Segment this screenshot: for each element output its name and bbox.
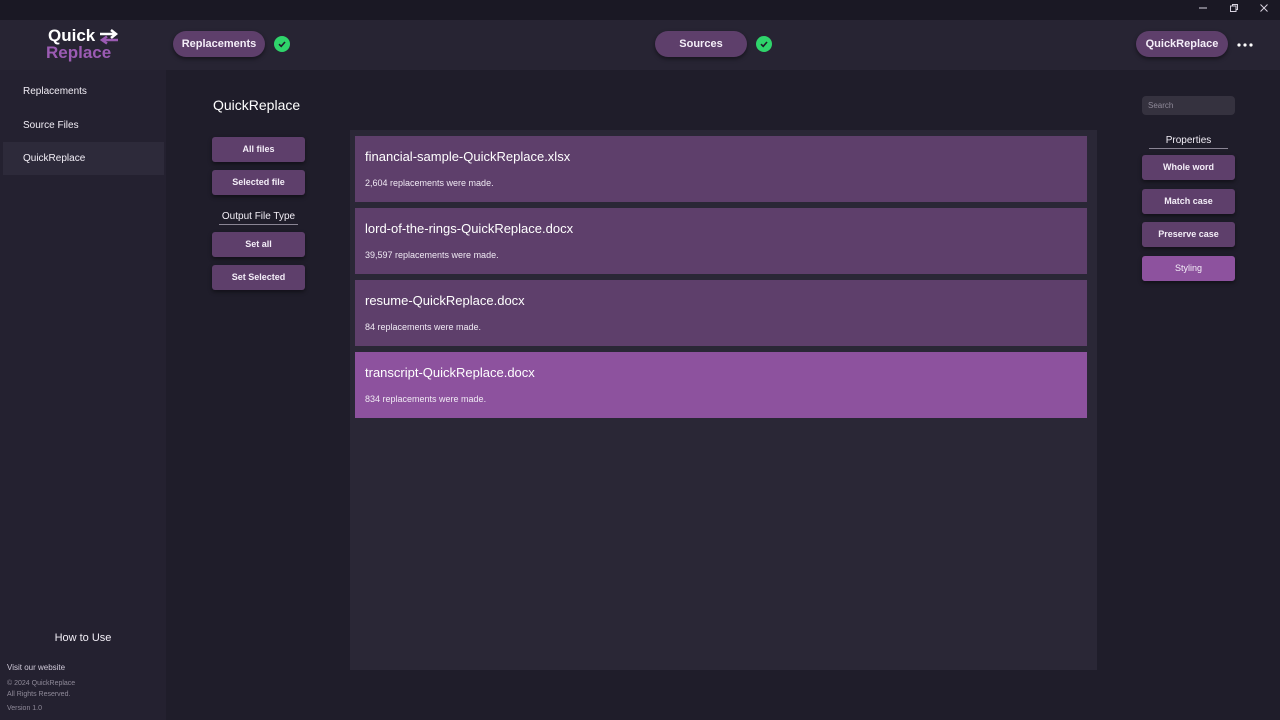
file-card[interactable]: resume-QuickReplace.docx 84 replacements… [355, 280, 1087, 346]
more-horizontal-icon[interactable] [1236, 38, 1254, 50]
sidebar-item-quickreplace[interactable]: QuickReplace [3, 142, 164, 175]
file-replacement-count: 834 replacements were made. [365, 394, 487, 404]
file-replacement-count: 2,604 replacements were made. [365, 178, 494, 188]
sidebar-item-replacements[interactable]: Replacements [3, 75, 164, 108]
match-case-button[interactable]: Match case [1142, 189, 1235, 214]
version-text: Version 1.0 [7, 705, 43, 712]
file-card[interactable]: lord-of-the-rings-QuickReplace.docx 39,5… [355, 208, 1087, 274]
whole-word-button[interactable]: Whole word [1142, 155, 1235, 180]
file-replacement-count: 84 replacements were made. [365, 322, 482, 332]
page-title: QuickReplace [213, 97, 301, 113]
selected-file-button[interactable]: Selected file [212, 170, 305, 195]
check-circle-icon [756, 36, 772, 52]
file-card-selected[interactable]: transcript-QuickReplace.docx 834 replace… [355, 352, 1087, 418]
output-files-list: financial-sample-QuickReplace.xlsx 2,604… [350, 130, 1097, 670]
replacements-status-button[interactable]: Replacements [173, 31, 265, 57]
window-titlebar [0, 0, 1280, 20]
sources-status-button[interactable]: Sources [655, 31, 747, 57]
quickreplace-status-button[interactable]: QuickReplace [1136, 31, 1228, 57]
rights-text: All Rights Reserved. [7, 691, 71, 698]
top-bar: Quick Replace Replacements Sources Quick… [0, 20, 1280, 70]
minimize-icon[interactable] [1188, 2, 1218, 18]
set-selected-button[interactable]: Set Selected [212, 265, 305, 290]
all-files-button[interactable]: All files [212, 137, 305, 162]
close-icon[interactable] [1249, 2, 1279, 18]
sidebar: Replacements Source Files QuickReplace H… [0, 70, 166, 720]
how-to-use-link[interactable]: How to Use [0, 632, 166, 644]
check-circle-icon [274, 36, 290, 52]
file-name: financial-sample-QuickReplace.xlsx [365, 149, 571, 164]
file-replacement-count: 39,597 replacements were made. [365, 250, 499, 260]
output-file-type-label: Output File Type [219, 211, 298, 225]
styling-button[interactable]: Styling [1142, 256, 1235, 281]
preserve-case-button[interactable]: Preserve case [1142, 222, 1235, 247]
search-input[interactable] [1142, 96, 1235, 115]
set-all-button[interactable]: Set all [212, 232, 305, 257]
sidebar-item-source-files[interactable]: Source Files [3, 109, 164, 142]
file-name: resume-QuickReplace.docx [365, 293, 525, 308]
restore-icon[interactable] [1219, 2, 1249, 18]
file-name: transcript-QuickReplace.docx [365, 365, 535, 380]
logo-line2: Replace [46, 43, 112, 62]
copyright-text: © 2024 QuickReplace [7, 680, 76, 687]
visit-website-link[interactable]: Visit our website [7, 663, 65, 672]
file-card[interactable]: financial-sample-QuickReplace.xlsx 2,604… [355, 136, 1087, 202]
app-logo: Quick Replace [46, 26, 126, 66]
file-name: lord-of-the-rings-QuickReplace.docx [365, 221, 574, 236]
swap-arrows-icon [99, 29, 119, 45]
properties-label: Properties [1149, 135, 1228, 149]
